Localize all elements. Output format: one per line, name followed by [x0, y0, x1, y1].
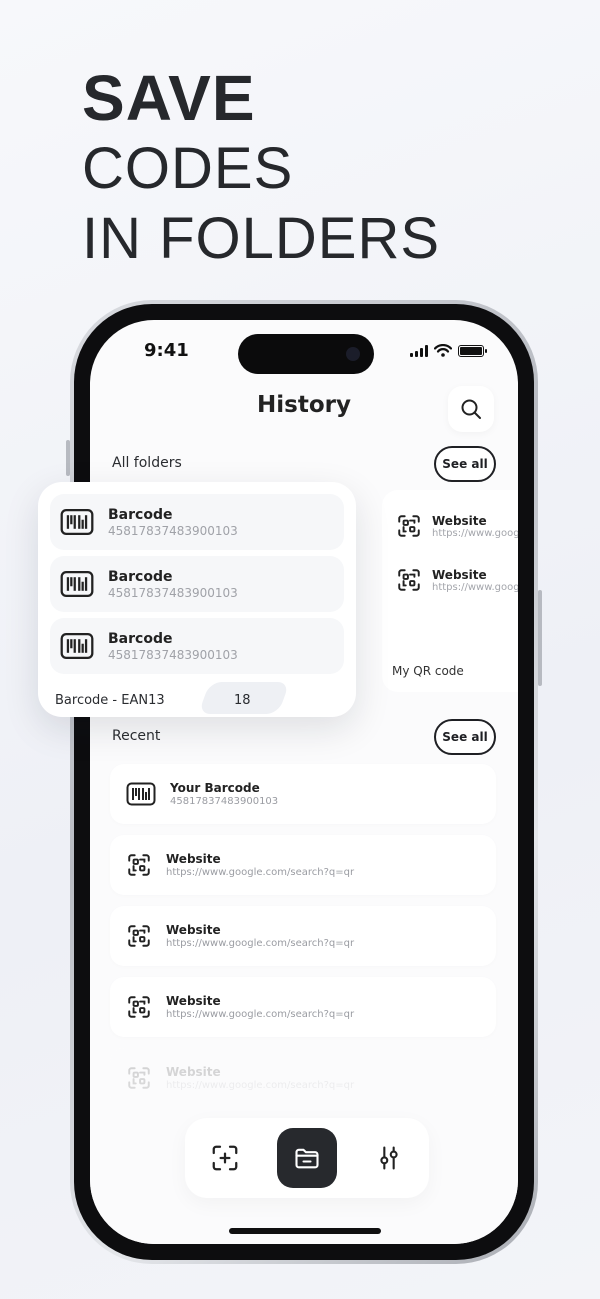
barcode-icon: [60, 570, 94, 598]
item-title: Barcode: [108, 506, 173, 523]
recent-item[interactable]: Your Barcode 45817837483900103: [110, 764, 496, 824]
search-button[interactable]: [448, 386, 494, 432]
item-subtitle: 45817837483900103: [170, 796, 279, 808]
status-time: 9:41: [144, 340, 189, 361]
headline-line-2: CODES: [82, 136, 294, 201]
camera-icon: [346, 347, 360, 361]
settings-sliders-icon: [380, 1146, 398, 1170]
item-title: Website: [166, 1064, 221, 1079]
item-title: Website: [432, 567, 487, 582]
item-title: Website: [166, 922, 221, 937]
item-subtitle: https://www.google.com/search?q=qr: [166, 1009, 355, 1021]
item-code: 45817837483900103: [108, 586, 238, 601]
barcode-icon: [60, 508, 94, 536]
qr-code-icon: [128, 996, 150, 1018]
tab-folders[interactable]: [277, 1128, 337, 1188]
folder-card-barcode-ean13[interactable]: Barcode 45817837483900103 Barcode 458178…: [38, 482, 356, 717]
folder-count: 18: [234, 693, 251, 708]
phone-frame: 9:41 History All folders See all Website…: [70, 300, 538, 1264]
home-indicator[interactable]: [229, 1228, 381, 1234]
qr-code-icon: [128, 925, 150, 947]
item-code: 45817837483900103: [108, 524, 238, 539]
list-item[interactable]: Barcode 45817837483900103: [50, 618, 344, 674]
item-subtitle: https://www.google.com/search?q=qr: [166, 1080, 355, 1092]
recent-item[interactable]: Website https://www.google.com/search?q=…: [110, 977, 496, 1037]
item-title: Barcode: [108, 630, 173, 647]
scan-add-icon: [212, 1145, 238, 1171]
item-subtitle: https://www.google.com/search?q=qr: [166, 867, 355, 879]
item-title: Website: [166, 851, 221, 866]
item-title: Your Barcode: [170, 780, 260, 795]
qr-code-icon: [128, 854, 150, 876]
headline-line-3: IN FOLDERS: [82, 206, 441, 271]
wifi-icon: [434, 344, 452, 357]
recent-item[interactable]: Website https://www.google.com/search?q=…: [110, 835, 496, 895]
barcode-icon: [60, 632, 94, 660]
item-code: 45817837483900103: [108, 648, 238, 663]
qr-code-icon: [128, 1067, 150, 1089]
headline-line-1: SAVE: [82, 62, 256, 134]
status-icons: [410, 344, 487, 357]
folder-name: My QR code: [392, 664, 464, 678]
phone-bezel: 9:41 History All folders See all Website…: [74, 304, 534, 1260]
qr-code-icon: [398, 515, 420, 537]
folders-see-all-button[interactable]: See all: [434, 446, 496, 482]
cellular-signal-icon: [410, 344, 428, 357]
battery-icon: [458, 344, 487, 357]
list-item[interactable]: Website https://www.goog: [382, 558, 518, 602]
item-title: Barcode: [108, 568, 173, 585]
folder-icon: [295, 1148, 319, 1169]
barcode-icon: [126, 782, 156, 806]
recent-item[interactable]: Website https://www.google.com/search?q=…: [110, 1048, 496, 1108]
tab-bar: [185, 1118, 429, 1198]
item-url: https://www.goog: [432, 581, 518, 593]
folder-card-my-qr-code[interactable]: Website https://www.goog Website https:/…: [382, 490, 518, 692]
item-title: Website: [432, 513, 487, 528]
list-item[interactable]: Website https://www.goog: [382, 504, 518, 548]
phone-screen: 9:41 History All folders See all Website…: [90, 320, 518, 1244]
recent-label: Recent: [112, 728, 161, 744]
dynamic-island: [238, 334, 374, 374]
tab-scan[interactable]: [195, 1128, 255, 1188]
qr-code-icon: [398, 569, 420, 591]
list-item[interactable]: Barcode 45817837483900103: [50, 494, 344, 550]
tab-settings[interactable]: [359, 1128, 419, 1188]
list-item[interactable]: Barcode 45817837483900103: [50, 556, 344, 612]
item-subtitle: https://www.google.com/search?q=qr: [166, 938, 355, 950]
phone-power-button: [538, 590, 542, 686]
recent-item[interactable]: Website https://www.google.com/search?q=…: [110, 906, 496, 966]
recent-see-all-button[interactable]: See all: [434, 719, 496, 755]
item-url: https://www.goog: [432, 527, 518, 539]
headline: SAVE CODES IN FOLDERS: [82, 66, 440, 268]
folder-name: Barcode - EAN13: [55, 693, 165, 708]
all-folders-label: All folders: [112, 455, 182, 471]
item-title: Website: [166, 993, 221, 1008]
search-icon: [461, 399, 481, 419]
